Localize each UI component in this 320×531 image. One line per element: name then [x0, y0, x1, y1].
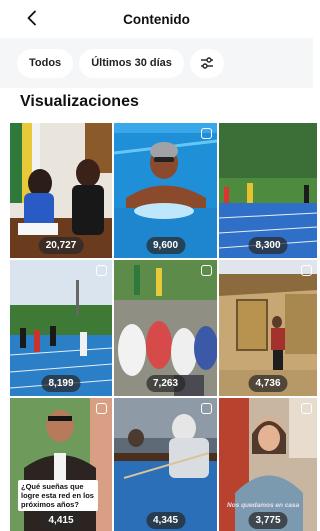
reel-icon	[201, 128, 212, 139]
reel-icon	[301, 265, 312, 276]
content-tile[interactable]: 8,300	[219, 123, 317, 258]
post-caption: ¿Qué sueñas que logre esta red en los pr…	[18, 480, 98, 511]
content-grid: 20,727 9,600 8,300 8,199 7,263 4,736 ¿Qu…	[10, 123, 317, 531]
post-overlay-text: Nos quedamos en casa	[227, 502, 300, 509]
back-button[interactable]	[22, 8, 42, 28]
content-tile[interactable]: 7,263	[114, 260, 217, 396]
top-bar: Contenido	[0, 0, 313, 38]
content-tile[interactable]: 8,199	[10, 260, 112, 396]
filter-settings-button[interactable]	[189, 48, 224, 78]
content-tile[interactable]: 20,727	[10, 123, 112, 258]
content-tile[interactable]: 4,736	[219, 260, 317, 396]
page-title: Contenido	[123, 11, 190, 27]
filter-period-chip[interactable]: Últimos 30 días	[79, 48, 184, 78]
section-title: Visualizaciones	[20, 93, 139, 110]
sliders-icon	[200, 57, 213, 69]
filter-bar: Todos Últimos 30 días	[0, 38, 313, 88]
filter-all-chip[interactable]: Todos	[17, 48, 74, 78]
view-count-badge: 4,345	[145, 512, 186, 529]
view-count-badge: 7,263	[145, 375, 186, 392]
reel-icon	[96, 403, 107, 414]
view-count-badge: 3,775	[248, 512, 288, 529]
content-tile[interactable]: Nos quedamos en casa 3,775	[219, 398, 317, 531]
view-count-badge: 4,736	[248, 375, 288, 392]
content-tile[interactable]: 9,600	[114, 123, 217, 258]
view-count-badge: 8,199	[41, 375, 81, 392]
reel-icon	[201, 265, 212, 276]
content-tile[interactable]: ¿Qué sueñas que logre esta red en los pr…	[10, 398, 112, 531]
view-count-badge: 9,600	[145, 237, 186, 254]
view-count-badge: 4,415	[41, 512, 81, 529]
view-count-badge: 8,300	[248, 237, 288, 254]
content-tile[interactable]: 4,345	[114, 398, 217, 531]
chevron-left-icon	[27, 10, 36, 26]
reel-icon	[96, 265, 107, 276]
reel-icon	[201, 403, 212, 414]
reel-icon	[301, 403, 312, 414]
view-count-badge: 20,727	[38, 237, 84, 254]
